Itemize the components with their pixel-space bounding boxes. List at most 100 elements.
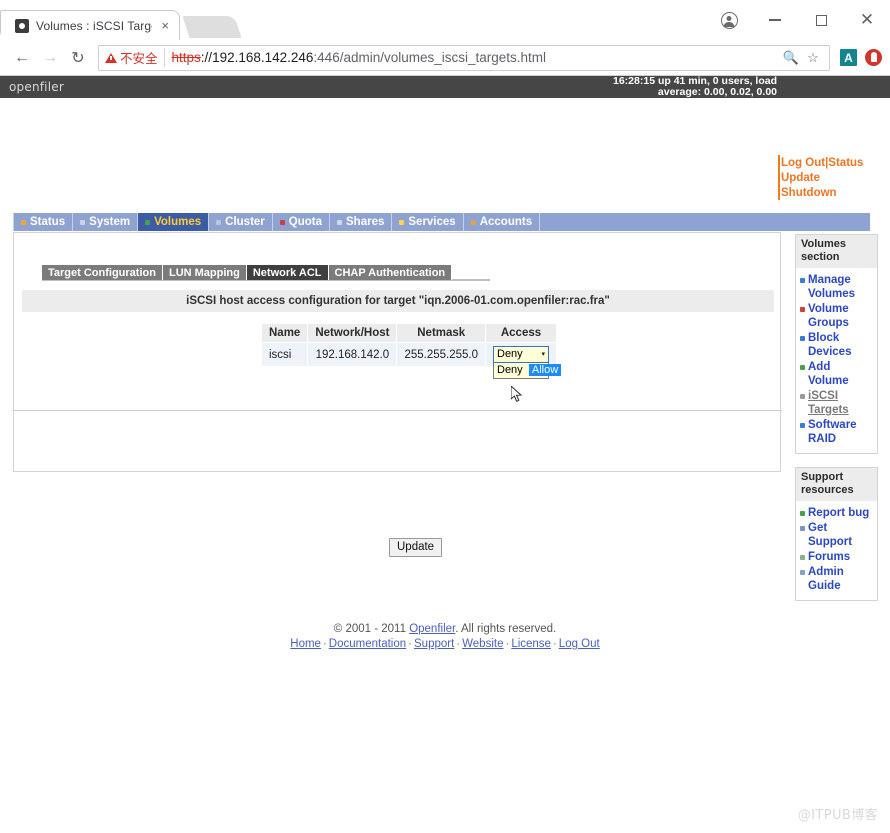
browser-chrome: Volumes : iSCSI Target × ✕ ← → ↻ 不安全 htt…	[0, 0, 890, 76]
update-link[interactable]: Update	[781, 172, 820, 184]
footer-link-website[interactable]: Website	[462, 638, 503, 650]
accounts-dot-icon	[470, 219, 476, 225]
star-icon[interactable]: ☆	[803, 48, 823, 68]
subtab-chap-authentication[interactable]: CHAP Authentication	[328, 265, 453, 280]
copyright-suffix: . All rights reserved.	[455, 623, 557, 635]
nav-tab-volumes[interactable]: Volumes	[138, 213, 210, 231]
access-select-value: Deny	[497, 348, 523, 360]
copyright-line: © 2001 - 2011 Openfiler. All rights rese…	[0, 622, 890, 637]
openfiler-link[interactable]: Openfiler	[409, 623, 455, 635]
support-resources-section: Support resources Report bug Get Support…	[795, 467, 878, 601]
nav-tab-accounts[interactable]: Accounts	[463, 213, 541, 231]
subtab-network-acl[interactable]: Network ACL	[246, 265, 329, 280]
cell-netmask: 255.255.255.0	[396, 342, 486, 367]
new-tab-button[interactable]	[182, 16, 242, 38]
cluster-dot-icon	[216, 219, 222, 225]
tab-close-icon[interactable]: ×	[159, 19, 169, 32]
shutdown-link[interactable]: Shutdown	[781, 187, 837, 199]
profile-avatar-icon[interactable]	[706, 0, 752, 40]
sidebar-item-get-support[interactable]: Get Support	[798, 521, 875, 550]
maximize-icon[interactable]	[798, 0, 844, 40]
browser-toolbar: ← → ↻ 不安全 https://192.168.142.246:446/ad…	[0, 40, 890, 76]
minimize-icon[interactable]	[752, 0, 798, 40]
sidebar-item-label[interactable]: Forums	[808, 550, 850, 564]
sidebar-item-label[interactable]: iSCSI Targets	[808, 389, 873, 417]
footer-link-support[interactable]: Support	[414, 638, 454, 650]
sidebar-item-admin-guide[interactable]: Admin Guide	[798, 565, 875, 594]
status-link[interactable]: Status	[828, 157, 863, 169]
sidebar-item-add-volume[interactable]: Add Volume	[798, 360, 875, 389]
nav-tab-system[interactable]: System	[73, 213, 139, 231]
update-button[interactable]: Update	[389, 538, 443, 557]
openfiler-header: openfiler 16:28:15 up 41 min, 0 users, l…	[0, 76, 890, 98]
browser-tab[interactable]: Volumes : iSCSI Target ×	[0, 10, 180, 41]
access-option-deny[interactable]: Deny	[494, 364, 526, 376]
sidebar-item-volume-groups[interactable]: Volume Groups	[798, 302, 875, 331]
col-access: Access	[485, 323, 557, 343]
access-select-dropdown: Deny Allow	[493, 363, 562, 379]
network-acl-table: Name Network/Host Netmask Access iscsi 1…	[260, 323, 562, 379]
system-dot-icon	[80, 219, 86, 225]
access-select[interactable]: Deny ▾	[493, 346, 549, 363]
url-port: :446	[313, 50, 340, 65]
extension-icons: A	[830, 49, 882, 66]
insecure-badge[interactable]: 不安全	[105, 48, 165, 67]
sidebar-item-software-raid[interactable]: Software RAID	[798, 418, 875, 447]
sidebar-item-label[interactable]: Manage Volumes	[808, 273, 873, 301]
access-option-allow[interactable]: Allow	[528, 364, 562, 376]
nav-tab-status[interactable]: Status	[13, 213, 74, 231]
col-name: Name	[260, 323, 309, 343]
footer-link-license[interactable]: License	[511, 638, 551, 650]
url-scheme: https	[171, 50, 201, 65]
nav-tab-services[interactable]: Services	[392, 213, 464, 231]
tab-strip: Volumes : iSCSI Target ×	[0, 8, 242, 41]
volumes-dot-icon	[145, 219, 151, 225]
sidebar-item-forums[interactable]: Forums	[798, 550, 875, 565]
zoom-out-icon[interactable]: 🔍	[781, 48, 801, 68]
footer-link-home[interactable]: Home	[290, 638, 321, 650]
sidebar-item-block-devices[interactable]: Block Devices	[798, 331, 875, 360]
sidebar-item-label[interactable]: Admin Guide	[808, 565, 873, 593]
chevron-down-icon: ▾	[541, 351, 545, 358]
subtab-target-configuration[interactable]: Target Configuration	[42, 265, 163, 280]
footer-link-documentation[interactable]: Documentation	[329, 638, 406, 650]
nav-tab-cluster[interactable]: Cluster	[209, 213, 273, 231]
close-icon[interactable]: ✕	[844, 0, 890, 40]
footer-link-log-out[interactable]: Log Out	[559, 638, 600, 650]
cell-name: iscsi	[260, 342, 309, 367]
nav-tab-volumes-label: Volumes	[154, 216, 202, 228]
sidebar-item-label[interactable]: Report bug	[808, 506, 869, 520]
url-separator: ://	[200, 50, 213, 65]
adblock-extension-icon[interactable]: A	[840, 49, 857, 66]
log-out-link[interactable]: Log Out	[781, 157, 825, 169]
sidebar-item-report-bug[interactable]: Report bug	[798, 506, 875, 521]
bullet-icon	[800, 555, 805, 560]
footer-links: Home · Documentation · Support · Website · Licen…	[0, 637, 890, 652]
bullet-icon	[800, 570, 805, 575]
subtab-lun-mapping[interactable]: LUN Mapping	[162, 265, 247, 280]
bullet-icon	[800, 365, 805, 370]
cell-access: Deny ▾ Deny Allow	[485, 342, 562, 379]
sidebar-item-label[interactable]: Volume Groups	[808, 302, 873, 330]
window-controls: ✕	[706, 0, 890, 40]
sidebar-item-label[interactable]: Software RAID	[808, 418, 873, 446]
sidebar-item-manage-volumes[interactable]: Manage Volumes	[798, 273, 875, 302]
nav-tab-shares[interactable]: Shares	[330, 213, 393, 231]
reload-icon[interactable]: ↻	[64, 44, 92, 72]
table-header-row: Name Network/Host Netmask Access	[260, 323, 557, 343]
address-bar[interactable]: 不安全 https://192.168.142.246:446/admin/vo…	[98, 44, 830, 71]
bullet-icon	[800, 307, 805, 312]
nav-tab-quota[interactable]: Quota	[272, 213, 331, 231]
sidebar-item-label[interactable]: Add Volume	[808, 360, 873, 388]
sidebar-item-label[interactable]: Block Devices	[808, 331, 873, 359]
omnibox-icons: 🔍 ☆	[775, 48, 823, 68]
right-sidebar: Volumes section Manage Volumes Volume Gr…	[795, 234, 878, 614]
sidebar-item-iscsi-targets[interactable]: iSCSI Targets	[798, 389, 875, 418]
back-icon[interactable]: ←	[8, 44, 36, 72]
red-shield-extension-icon[interactable]	[865, 49, 882, 66]
url-text: https://192.168.142.246:446/admin/volume…	[172, 50, 547, 65]
col-network-host: Network/Host	[307, 323, 398, 343]
nav-tab-system-label: System	[89, 216, 131, 228]
sidebar-item-label[interactable]: Get Support	[808, 521, 873, 549]
uptime-status: 16:28:15 up 41 min, 0 users, load averag…	[575, 76, 778, 98]
